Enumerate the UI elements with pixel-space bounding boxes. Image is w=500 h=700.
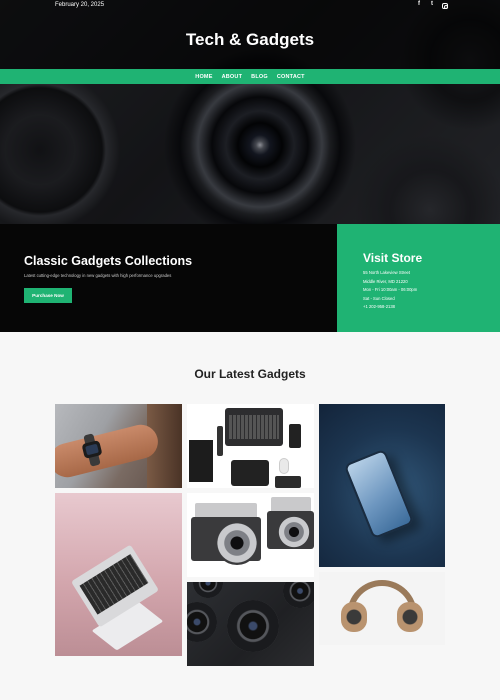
watch-shape xyxy=(217,426,223,456)
smartphone-shape xyxy=(343,448,415,540)
nav-blog[interactable]: BLOG xyxy=(251,74,268,80)
arm-shape xyxy=(55,421,162,481)
facebook-icon[interactable]: f xyxy=(416,1,422,9)
camera-shape xyxy=(275,476,301,488)
gallery-image-headphones[interactable] xyxy=(319,572,445,645)
headphone-cup-left xyxy=(341,602,367,632)
gallery-image-film-cameras[interactable] xyxy=(187,493,314,577)
gallery-title: Our Latest Gadgets xyxy=(194,367,306,381)
feature-section: Classic Gadgets Collections Latest cutti… xyxy=(0,224,337,332)
notebook-shape xyxy=(189,440,213,482)
laptop-shape xyxy=(225,408,283,446)
nav-contact[interactable]: CONTACT xyxy=(277,74,305,80)
gallery-image-camera-lenses[interactable] xyxy=(187,582,314,666)
visit-store-panel: Visit Store 55 North Lakeview Street Mid… xyxy=(337,224,500,332)
feature-title: Classic Gadgets Collections xyxy=(24,254,193,268)
gallery-image-smartwatch[interactable] xyxy=(55,404,182,488)
nav-home[interactable]: HOME xyxy=(195,74,212,80)
tablet-shape xyxy=(231,460,269,486)
twitter-icon[interactable]: t xyxy=(429,1,435,9)
camera-lens-2 xyxy=(277,515,311,549)
lens-top-left xyxy=(193,582,223,598)
site-title[interactable]: Tech & Gadgets xyxy=(0,30,500,50)
lens-top-right xyxy=(283,582,314,608)
purchase-now-button[interactable]: Purchase Now xyxy=(24,288,72,303)
store-address-line: 55 North Lakeview Street xyxy=(363,270,411,275)
gallery-image-smartphone[interactable] xyxy=(319,404,445,567)
phone-shape xyxy=(289,424,301,448)
store-details: 55 North Lakeview Street Middle River, M… xyxy=(363,269,417,312)
gallery-image-laptop-flatlay[interactable] xyxy=(187,404,314,488)
headphone-cup-right xyxy=(397,602,423,632)
store-hours-weekend: Sat - Sun Closed xyxy=(363,295,395,301)
store-city-line: Middle River, MD 21220 xyxy=(363,278,408,284)
gallery-image-laptop-pink[interactable] xyxy=(55,493,182,656)
store-hours-weekday: Mon - Fri 10:00am - 06:00pm xyxy=(363,287,418,292)
store-phone[interactable]: +1 202-958-2138 xyxy=(363,303,417,312)
main-nav: HOME ABOUT BLOG CONTACT xyxy=(0,69,500,84)
mouse-shape xyxy=(279,458,289,474)
social-links: f t xyxy=(416,1,448,9)
nav-about[interactable]: ABOUT xyxy=(222,74,243,80)
lens-left xyxy=(187,602,217,642)
date-label: February 20, 2025 xyxy=(55,2,105,8)
camera-lens xyxy=(215,521,259,565)
feature-subtitle: Latest cutting-edge technology in new ga… xyxy=(24,273,172,278)
lens-large xyxy=(227,600,279,652)
instagram-icon[interactable] xyxy=(442,3,448,9)
top-bar: February 20, 2025 f t xyxy=(0,0,500,12)
store-title: Visit Store xyxy=(363,251,423,265)
